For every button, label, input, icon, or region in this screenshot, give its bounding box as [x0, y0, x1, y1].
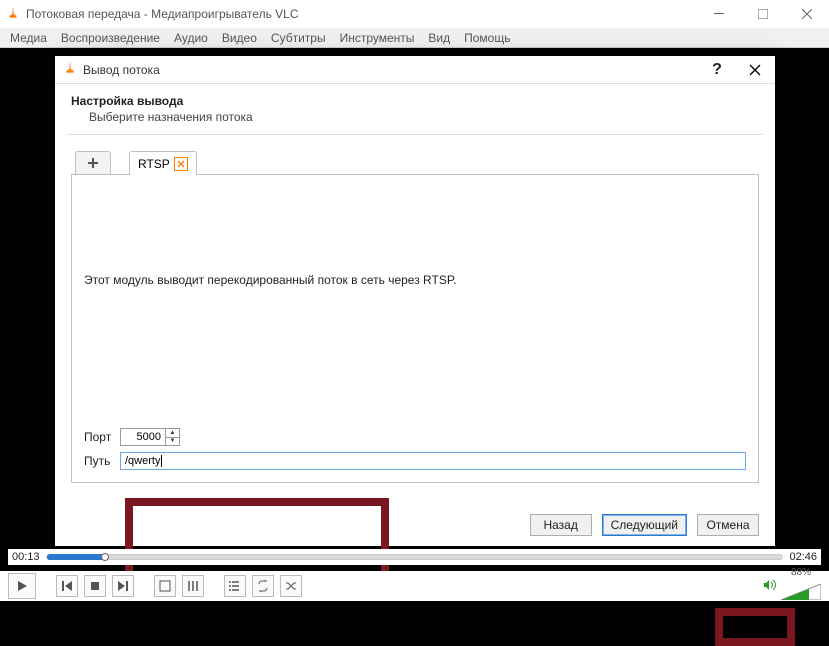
- path-input[interactable]: /qwerty: [120, 452, 746, 470]
- volume-percent: 88%: [791, 567, 811, 578]
- menu-video[interactable]: Видео: [222, 31, 257, 45]
- back-button[interactable]: Назад: [530, 514, 592, 536]
- speaker-icon[interactable]: [763, 579, 777, 594]
- port-spinner[interactable]: ▲ ▼: [165, 429, 179, 445]
- text-caret: [161, 455, 162, 467]
- window-title: Потоковая передача - Медиапроигрыватель …: [26, 7, 299, 21]
- menu-media[interactable]: Медиа: [10, 31, 47, 45]
- vlc-cone-icon: [63, 61, 77, 78]
- tab-panel-rtsp: Этот модуль выводит перекодированный пот…: [71, 175, 759, 483]
- prev-button[interactable]: [56, 575, 78, 597]
- separator: [67, 134, 763, 135]
- playlist-button[interactable]: [224, 575, 246, 597]
- close-button[interactable]: [785, 0, 829, 28]
- menu-tools[interactable]: Инструменты: [340, 31, 415, 45]
- next-button[interactable]: [112, 575, 134, 597]
- seek-track[interactable]: [46, 554, 784, 560]
- stop-button[interactable]: [84, 575, 106, 597]
- spinner-down-icon[interactable]: ▼: [166, 438, 179, 446]
- port-input[interactable]: 5000 ▲ ▼: [120, 428, 180, 446]
- maximize-button[interactable]: [741, 0, 785, 28]
- seek-thumb[interactable]: [101, 553, 109, 561]
- dialog-help-button[interactable]: ?: [703, 56, 731, 84]
- dialog-close-button[interactable]: [741, 56, 769, 84]
- window-controls: [697, 0, 829, 28]
- window-titlebar: Потоковая передача - Медиапроигрыватель …: [0, 0, 829, 28]
- seek-fill: [47, 554, 106, 560]
- menu-view[interactable]: Вид: [428, 31, 450, 45]
- player-controls: 88%: [0, 571, 829, 601]
- tab-strip: RTSP: [71, 149, 759, 175]
- menu-subtitles[interactable]: Субтитры: [271, 31, 326, 45]
- add-tab-button[interactable]: [75, 151, 111, 174]
- tab-rtsp[interactable]: RTSP: [129, 151, 197, 175]
- stream-output-dialog: Вывод потока ? Настройка вывода Выберите…: [55, 56, 775, 546]
- shuffle-button[interactable]: [280, 575, 302, 597]
- play-button[interactable]: [8, 573, 36, 599]
- tab-close-button[interactable]: [174, 157, 188, 171]
- app-window: Потоковая передача - Медиапроигрыватель …: [0, 0, 829, 601]
- menu-bar: Медиа Воспроизведение Аудио Видео Субтит…: [0, 28, 829, 48]
- vlc-cone-icon: [6, 6, 20, 23]
- path-value: /qwerty: [125, 455, 160, 467]
- dialog-titlebar: Вывод потока ?: [55, 56, 775, 84]
- tab-label: RTSP: [138, 157, 170, 171]
- dialog-title: Вывод потока: [83, 63, 160, 77]
- path-label: Путь: [84, 454, 120, 468]
- port-label: Порт: [84, 430, 120, 444]
- time-elapsed: 00:13: [12, 551, 40, 563]
- minimize-button[interactable]: [697, 0, 741, 28]
- window-title-group: Потоковая передача - Медиапроигрыватель …: [6, 6, 299, 23]
- fullscreen-button[interactable]: [154, 575, 176, 597]
- dialog-button-row: Назад Следующий Отмена: [55, 514, 775, 536]
- next-button[interactable]: Следующий: [602, 514, 687, 536]
- ext-settings-button[interactable]: [182, 575, 204, 597]
- menu-playback[interactable]: Воспроизведение: [61, 31, 160, 45]
- loop-button[interactable]: [252, 575, 274, 597]
- menu-audio[interactable]: Аудио: [174, 31, 208, 45]
- time-total: 02:46: [789, 551, 817, 563]
- rtsp-description: Этот модуль выводит перекодированный пот…: [84, 273, 746, 287]
- cancel-button[interactable]: Отмена: [697, 514, 759, 536]
- section-heading: Настройка вывода: [71, 94, 759, 108]
- menu-help[interactable]: Помощь: [464, 31, 510, 45]
- seek-bar: 00:13 02:46: [8, 549, 821, 565]
- section-subtitle: Выберите назначения потока: [71, 110, 759, 124]
- annotation-highlight-next: [715, 608, 795, 646]
- port-value: 5000: [137, 431, 161, 443]
- spinner-up-icon[interactable]: ▲: [166, 429, 179, 438]
- volume-slider[interactable]: [781, 584, 821, 600]
